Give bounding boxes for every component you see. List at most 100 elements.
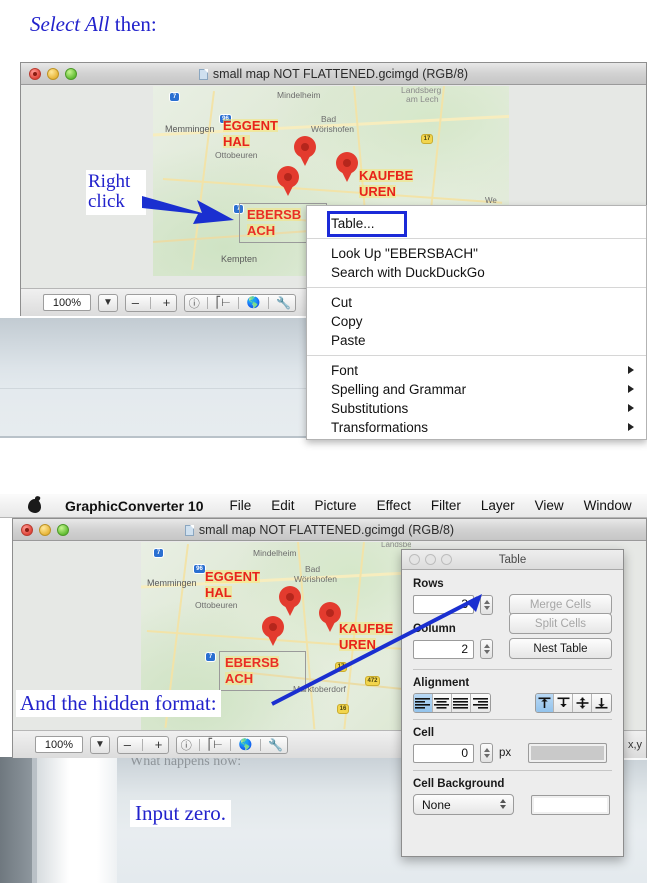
menu-app-name[interactable]: GraphicConverter 10 xyxy=(55,498,220,514)
annotation-select-all: Select All then: xyxy=(30,12,157,37)
map-label: Wörishofen xyxy=(294,574,337,584)
nest-table-button[interactable]: Nest Table xyxy=(509,638,612,659)
zoom-out-icon[interactable]: – xyxy=(132,295,139,310)
vertical-alignment-group[interactable] xyxy=(534,693,612,713)
stepper-up-icon[interactable] xyxy=(483,748,490,752)
zoom-out-icon[interactable]: – xyxy=(124,737,131,752)
divider xyxy=(238,296,240,309)
context-menu-item-substitutions-label: Substitutions xyxy=(331,401,409,416)
annotation-right-click: Right click xyxy=(86,170,146,215)
tool-group-buttons[interactable]: ⓘ ⎡⊢ 🌎 🔧 xyxy=(176,735,288,754)
zoom-step-buttons[interactable]: – + xyxy=(117,735,169,754)
context-menu-item-search-duckduckgo[interactable]: Search with DuckDuckGo xyxy=(307,263,646,282)
map-label: We xyxy=(485,196,497,205)
zoom-dropdown-button[interactable]: ▼ xyxy=(90,735,110,754)
divider xyxy=(267,296,269,309)
submenu-arrow-icon xyxy=(628,385,634,393)
map-pin[interactable] xyxy=(277,166,299,196)
context-menu-item-spelling[interactable]: Spelling and Grammar xyxy=(307,380,646,399)
ruler-icon[interactable]: ⎡⊢ xyxy=(208,738,223,751)
tool-group-buttons[interactable]: ⓘ ⎡⊢ 🌎 🔧 xyxy=(184,293,296,312)
zoom-dropdown-button[interactable]: ▼ xyxy=(98,293,118,312)
menu-separator xyxy=(307,287,646,288)
context-menu-item-spelling-label: Spelling and Grammar xyxy=(331,382,467,397)
cell-color-well[interactable] xyxy=(528,743,608,763)
menu-file[interactable]: File xyxy=(220,498,262,513)
context-menu-item-look-up[interactable]: Look Up "EBERSBACH" xyxy=(307,244,646,263)
window2-titlebar[interactable]: small map NOT FLATTENED.gcimgd (RGB/8) xyxy=(13,519,646,541)
align-top-icon[interactable] xyxy=(535,694,555,712)
map-label: Ottobeuren xyxy=(195,600,238,610)
align-bottom-icon[interactable] xyxy=(592,694,611,712)
map-pin[interactable] xyxy=(294,136,316,166)
globe-icon[interactable]: 🌎 xyxy=(239,738,253,751)
cell-row: 0 px xyxy=(413,743,612,763)
zoom-level-field[interactable]: 100% xyxy=(43,294,91,311)
context-menu-item-paste[interactable]: Paste xyxy=(307,331,646,350)
divider xyxy=(230,738,232,751)
map-label: Mindelheim xyxy=(277,90,321,100)
zoom-step-buttons[interactable]: – + xyxy=(125,293,177,312)
menu-edit[interactable]: Edit xyxy=(261,498,304,513)
map-red-label: HAL xyxy=(205,585,232,600)
zoom-level-field[interactable]: 100% xyxy=(35,736,83,753)
annotation-input-zero-text: Input zero. xyxy=(135,801,226,825)
context-menu-item-font-label: Font xyxy=(331,363,359,378)
background-left-rail xyxy=(0,757,32,883)
annotation-input-zero: Input zero. xyxy=(130,800,231,827)
context-menu-item-font[interactable]: Font xyxy=(307,361,646,380)
window1-title: small map NOT FLATTENED.gcimgd (RGB/8) xyxy=(21,67,646,81)
cell-input[interactable]: 0 xyxy=(413,743,474,763)
context-menu-item-transformations[interactable]: Transformations xyxy=(307,418,646,437)
rows-label: Rows xyxy=(413,578,444,590)
submenu-arrow-icon xyxy=(628,366,634,374)
cell-background-value: None xyxy=(422,797,451,812)
menu-window[interactable]: Window xyxy=(574,498,642,513)
menu-layer[interactable]: Layer xyxy=(471,498,525,513)
table-dialog-titlebar[interactable]: Table xyxy=(402,550,623,570)
zoom-in-icon[interactable]: + xyxy=(163,295,171,310)
divider xyxy=(207,296,209,309)
cell-background-color-well[interactable] xyxy=(531,794,610,815)
document-icon xyxy=(198,68,208,80)
zoom-in-icon[interactable]: + xyxy=(155,737,163,752)
table-item-highlight-box xyxy=(327,211,407,237)
cell-stepper[interactable] xyxy=(480,743,493,763)
info-icon[interactable]: ⓘ xyxy=(181,737,192,753)
menu-separator xyxy=(307,238,646,239)
window1-titlebar[interactable]: small map NOT FLATTENED.gcimgd (RGB/8) xyxy=(21,63,646,85)
apple-icon[interactable] xyxy=(28,498,41,513)
coordinates-label: x,y xyxy=(627,738,642,751)
context-menu-item-cut[interactable]: Cut xyxy=(307,293,646,312)
menu-filter[interactable]: Filter xyxy=(421,498,471,513)
info-icon[interactable]: ⓘ xyxy=(189,295,200,311)
map-pin[interactable] xyxy=(336,152,358,182)
table-dialog-title: Table xyxy=(498,553,527,566)
menu-picture[interactable]: Picture xyxy=(305,498,367,513)
map-label: Kempten xyxy=(221,254,258,264)
split-cells-button[interactable]: Split Cells xyxy=(509,613,612,634)
context-menu-item-copy[interactable]: Copy xyxy=(307,312,646,331)
annotation-hidden-format: And the hidden format: xyxy=(16,690,221,717)
context-menu-item-substitutions[interactable]: Substitutions xyxy=(307,399,646,418)
map-label: am Lech xyxy=(406,94,439,104)
background-white-panel xyxy=(37,757,117,883)
ruler-icon[interactable]: ⎡⊢ xyxy=(216,296,231,309)
cell-background-select[interactable]: None xyxy=(413,794,514,815)
align-middle-top-icon[interactable] xyxy=(554,694,574,712)
context-menu[interactable]: Table... Look Up "EBERSBACH" Search with… xyxy=(306,205,647,440)
route-shield: 7 xyxy=(169,92,180,102)
macos-menubar[interactable]: GraphicConverter 10 File Edit Picture Ef… xyxy=(0,494,647,518)
chevron-updown-icon xyxy=(500,799,506,809)
globe-icon[interactable]: 🌎 xyxy=(247,296,261,309)
wrench-icon[interactable]: 🔧 xyxy=(276,296,291,310)
menu-effect[interactable]: Effect xyxy=(367,498,421,513)
stepper-down-icon[interactable] xyxy=(483,754,490,758)
merge-cells-button[interactable]: Merge Cells xyxy=(509,594,612,615)
align-middle-icon[interactable] xyxy=(573,694,593,712)
map-label: Bad xyxy=(305,564,321,574)
menu-separator xyxy=(307,355,646,356)
menu-view[interactable]: View xyxy=(525,498,574,513)
document-icon xyxy=(184,524,194,536)
wrench-icon[interactable]: 🔧 xyxy=(268,738,283,752)
